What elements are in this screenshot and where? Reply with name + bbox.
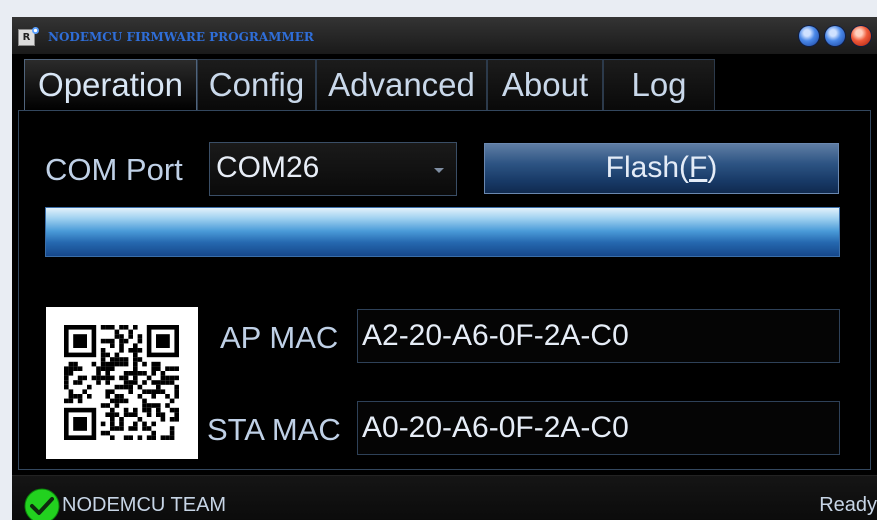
app-window: R NODEMCU FIRMWARE PROGRAMMER Operation … [12, 17, 877, 520]
status-bar: NODEMCU TEAM Ready [12, 475, 877, 520]
com-port-label: COM Port [45, 152, 183, 187]
sta-mac-label: STA MAC [207, 412, 341, 447]
status-ok-icon [24, 488, 60, 520]
tab-advanced[interactable]: Advanced [316, 59, 487, 111]
flash-label-suffix: ) [707, 151, 718, 184]
tab-log[interactable]: Log [603, 59, 715, 111]
status-ready: Ready [819, 494, 877, 516]
com-port-value: COM26 [216, 151, 320, 184]
flash-button[interactable]: Flash(F) [484, 143, 839, 194]
progress-fill [46, 208, 839, 256]
com-port-select[interactable]: COM26 [209, 142, 457, 196]
flash-progress-bar [45, 207, 840, 257]
flash-label-prefix: Flash( [605, 151, 690, 184]
dropdown-arrow-icon[interactable] [434, 168, 444, 173]
window-minimize-icon[interactable] [799, 26, 819, 46]
app-icon[interactable]: R [18, 27, 39, 46]
title-bar[interactable]: R NODEMCU FIRMWARE PROGRAMMER [12, 17, 877, 54]
ap-mac-label: AP MAC [220, 320, 339, 355]
tab-operation[interactable]: Operation [24, 59, 197, 111]
window-close-icon[interactable] [851, 26, 871, 46]
sta-mac-field[interactable]: A0-20-A6-0F-2A-C0 [357, 401, 840, 455]
ap-mac-field[interactable]: A2-20-A6-0F-2A-C0 [357, 309, 840, 363]
status-team: NODEMCU TEAM [62, 494, 227, 516]
qr-code-icon [46, 307, 198, 459]
tab-config[interactable]: Config [197, 59, 316, 111]
window-maximize-icon[interactable] [825, 26, 845, 46]
tab-about[interactable]: About [487, 59, 603, 111]
qr-code-graphic [64, 325, 179, 440]
flash-accelerator-key: F [689, 151, 708, 184]
window-title: NODEMCU FIRMWARE PROGRAMMER [48, 30, 314, 44]
